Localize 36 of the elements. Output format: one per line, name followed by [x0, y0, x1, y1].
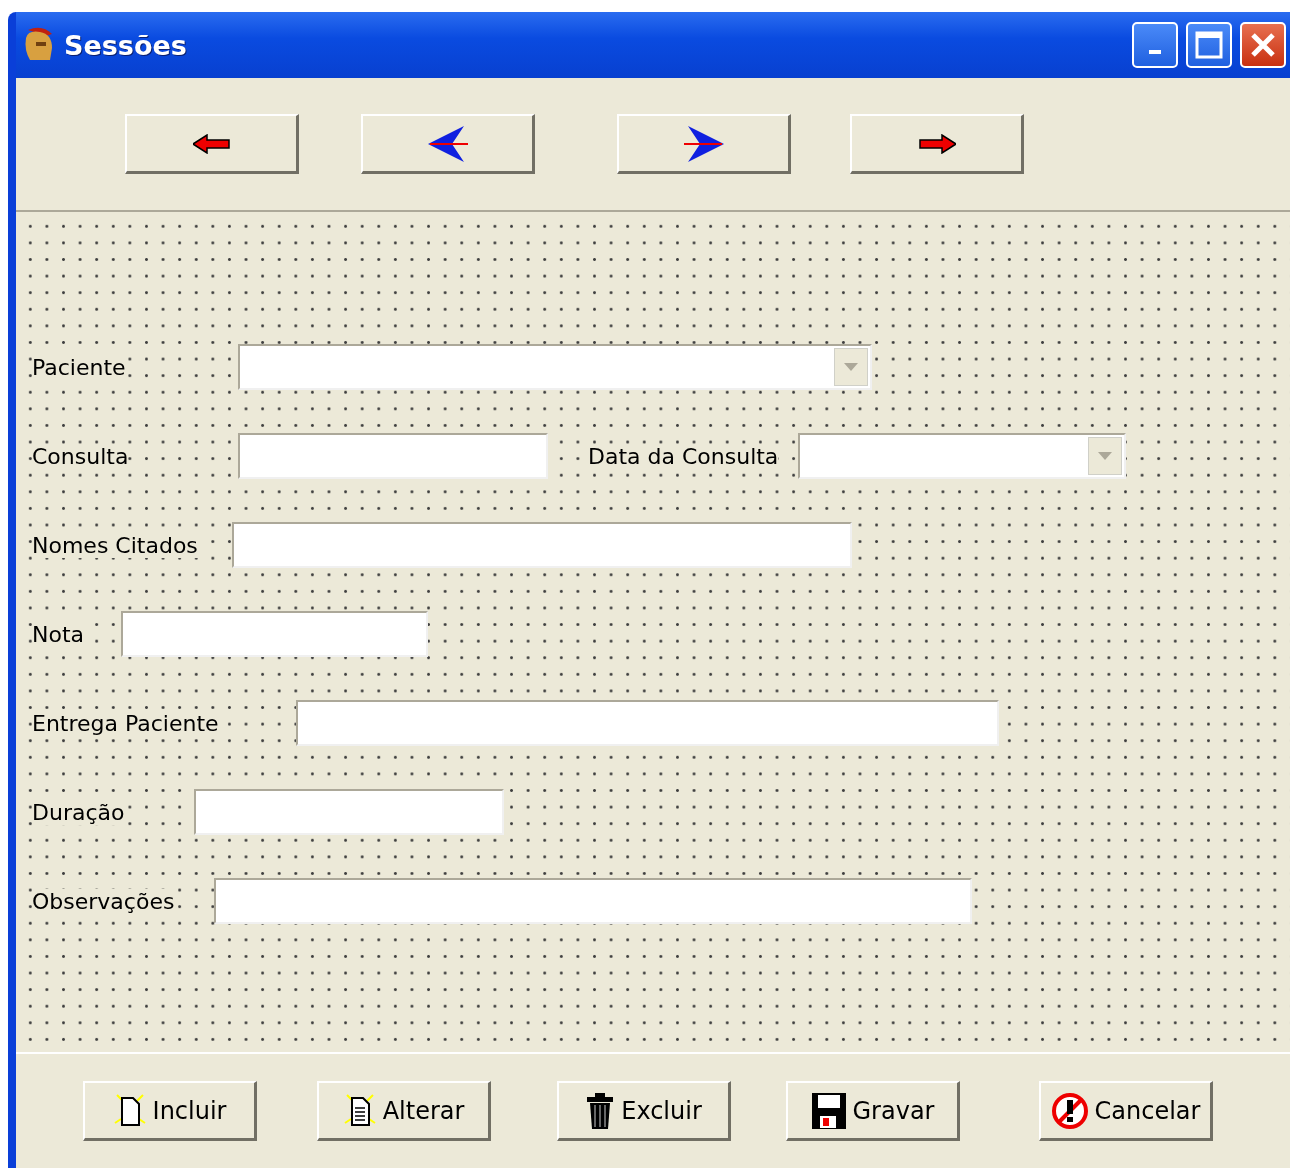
field-label: Paciente — [32, 354, 126, 380]
trash-can-icon — [585, 1091, 616, 1130]
new-document-icon — [112, 1092, 147, 1129]
window-title: Sessões — [64, 29, 188, 61]
arrowhead-right-icon — [683, 125, 724, 162]
cancel-icon — [1050, 1091, 1089, 1130]
navigation-button[interactable] — [617, 114, 791, 174]
action-button[interactable]: Alterar — [317, 1081, 491, 1141]
field-label: Observações — [32, 888, 175, 914]
minimize-button[interactable] — [1132, 22, 1178, 68]
text-field[interactable] — [232, 522, 852, 568]
combo-box[interactable] — [798, 433, 1126, 479]
text-field[interactable] — [214, 878, 972, 924]
dropdown-arrow-icon — [844, 363, 858, 371]
maximize-icon — [1195, 31, 1223, 59]
close-button[interactable] — [1240, 22, 1286, 68]
arrowhead-left-icon — [427, 125, 468, 162]
action-button[interactable]: Gravar — [786, 1081, 960, 1141]
navigation-button[interactable] — [361, 114, 535, 174]
minimize-icon — [1149, 50, 1161, 54]
close-icon — [1249, 31, 1277, 59]
navigation-button[interactable] — [850, 114, 1024, 174]
edit-document-icon — [342, 1092, 377, 1129]
navigation-button[interactable] — [125, 114, 299, 174]
text-field[interactable] — [194, 789, 504, 835]
dropdown-arrow-icon — [1098, 452, 1112, 460]
action-button[interactable]: Incluir — [83, 1081, 257, 1141]
text-field[interactable] — [296, 700, 999, 746]
arrow-right-icon — [917, 133, 956, 154]
action-button[interactable]: Excluir — [557, 1081, 731, 1141]
combo-box[interactable] — [238, 344, 872, 390]
text-field[interactable] — [121, 611, 428, 657]
maximize-button[interactable] — [1186, 22, 1232, 68]
arrow-left-icon — [192, 133, 231, 154]
text-field[interactable] — [238, 433, 548, 479]
action-button[interactable]: Cancelar — [1039, 1081, 1213, 1141]
